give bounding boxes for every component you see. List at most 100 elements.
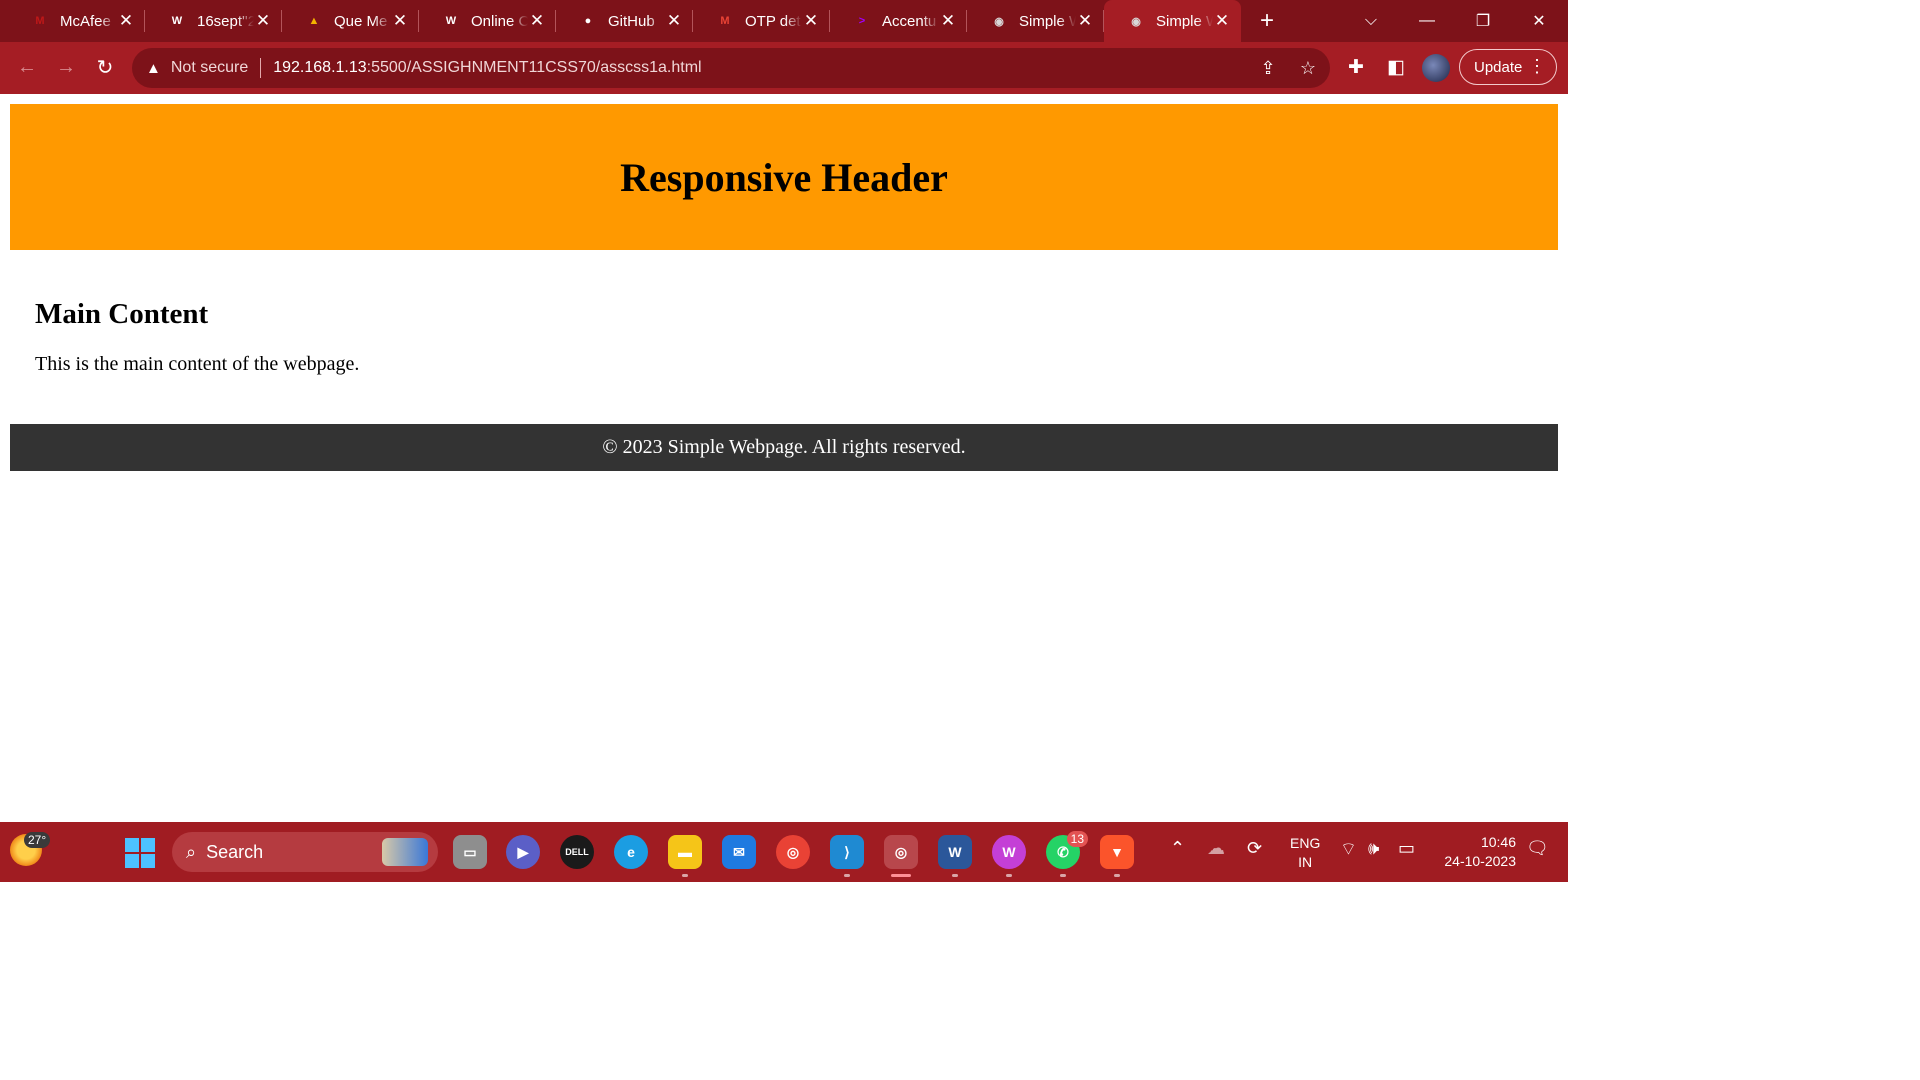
restore-button[interactable]: ❐ xyxy=(1455,0,1511,42)
github-icon: ● xyxy=(584,15,592,27)
close-tab-icon[interactable]: ✕ xyxy=(117,11,135,31)
mail-icon[interactable]: ✉ xyxy=(722,835,756,869)
taskbar-search[interactable]: ⌕ Search xyxy=(172,832,438,872)
close-tab-icon[interactable]: ✕ xyxy=(939,11,957,31)
browser-tab[interactable]: M McAfee ✕ xyxy=(8,0,145,42)
clock[interactable]: 10:46 24-10-2023 xyxy=(1430,833,1516,871)
google-drive-icon: ▲ xyxy=(308,15,320,27)
close-tab-icon[interactable]: ✕ xyxy=(1213,11,1231,31)
vscode-icon[interactable]: ⟩ xyxy=(830,835,864,877)
share-icon[interactable]: ⇪ xyxy=(1256,56,1280,80)
profile-avatar[interactable] xyxy=(1422,54,1450,82)
close-tab-icon[interactable]: ✕ xyxy=(254,11,272,31)
reload-button[interactable]: ↻ xyxy=(90,52,120,82)
tab-title: Simple W xyxy=(1019,12,1076,30)
warning-icon: ▲ xyxy=(146,59,161,77)
main-paragraph: This is the main content of the webpage. xyxy=(35,353,360,375)
onedrive-icon[interactable]: ☁ xyxy=(1207,838,1225,859)
gmail-icon: M xyxy=(720,15,730,27)
task-view-icon[interactable]: ▭ xyxy=(453,835,487,869)
update-button[interactable]: Update ⋮ xyxy=(1459,49,1557,85)
search-label: Search xyxy=(206,841,264,862)
weather-temp: 27° xyxy=(24,832,51,848)
footer-text: © 2023 Simple Webpage. All rights reserv… xyxy=(602,436,966,458)
globe-icon: ◉ xyxy=(994,15,1004,28)
forward-button[interactable]: → xyxy=(51,52,81,82)
tab-title: McAfee xyxy=(60,12,111,30)
browser-tab[interactable]: ◉ Simple W✕ xyxy=(1104,0,1241,42)
main-content: Main Content This is the main content of… xyxy=(35,298,359,376)
bookmark-star-icon[interactable]: ☆ xyxy=(1296,56,1320,80)
browser-tab[interactable]: M OTP det ✕ xyxy=(693,0,830,42)
extensions-icon[interactable]: ✚ xyxy=(1343,54,1369,80)
side-panel-icon[interactable]: ◧ xyxy=(1383,54,1409,80)
browser-tab-strip: M McAfee ✕ W 16sept''2 ✕ ▲ Que Me ✕ W Online C ✕ ● Gi… xyxy=(0,0,1568,42)
whatsapp-icon[interactable]: ✆ 13 xyxy=(1046,831,1088,877)
chrome-profile-icon[interactable]: ◎ xyxy=(884,835,918,877)
accenture-icon: > xyxy=(858,15,866,27)
browser-tab[interactable]: ● GitHub ✕ xyxy=(556,0,693,42)
close-tab-icon[interactable]: ✕ xyxy=(391,11,409,31)
whatsapp-badge: 13 xyxy=(1066,831,1088,847)
security-label: Not secure xyxy=(170,59,249,76)
tab-title: GitHub xyxy=(608,12,655,30)
site-footer: © 2023 Simple Webpage. All rights reserv… xyxy=(10,424,1558,471)
url-host: 192.168.1.13 xyxy=(273,59,367,76)
wordpress-icon: W xyxy=(445,15,457,27)
wifi-icon[interactable]: ⌔ xyxy=(1340,838,1357,861)
divider xyxy=(260,58,262,78)
address-bar[interactable]: ▲ Not secure 192.168.1.13 :5500/ASSIGHNM… xyxy=(132,48,1330,88)
wps-icon[interactable]: W xyxy=(992,835,1026,877)
search-highlight-image xyxy=(382,838,428,866)
browser-tab[interactable]: W Online C ✕ xyxy=(419,0,556,42)
search-icon: ⌕ xyxy=(186,841,197,862)
tab-title: Online C xyxy=(471,12,528,30)
teams-meet-icon[interactable]: ▶ xyxy=(506,835,540,869)
tab-title: 16sept''2 xyxy=(197,12,254,30)
tab-title: OTP det xyxy=(745,12,801,30)
new-tab-button[interactable]: + xyxy=(1249,0,1285,42)
brave-icon[interactable]: ▼ xyxy=(1100,835,1134,877)
tab-title: Que Me xyxy=(334,12,388,30)
browser-tab[interactable]: > Accentu ✕ xyxy=(830,0,967,42)
tab-title: Simple W xyxy=(1156,12,1213,30)
word-icon[interactable]: W xyxy=(938,835,972,877)
update-label: Update xyxy=(1474,58,1523,76)
close-tab-icon[interactable]: ✕ xyxy=(1076,11,1094,31)
browser-tab[interactable]: ▲ Que Me ✕ xyxy=(282,0,419,42)
sync-icon[interactable]: ⟳ xyxy=(1247,838,1262,859)
minimize-button[interactable]: — xyxy=(1399,0,1455,42)
file-explorer-icon[interactable]: ▬ xyxy=(668,835,702,877)
taskbar: 27° ⌕ Search ▭ ▶ DELL e ▬ ✉ ◎ ⟩ ◎ W W ✆ … xyxy=(0,822,1568,882)
close-window-button[interactable]: ✕ xyxy=(1511,0,1567,42)
site-header: Responsive Header xyxy=(10,104,1558,250)
close-tab-icon[interactable]: ✕ xyxy=(528,11,546,31)
battery-icon[interactable]: ▭ xyxy=(1398,838,1415,859)
url-path: :5500/ASSIGHNMENT11CSS70/asscss1a.html xyxy=(366,59,702,76)
chevron-up-icon[interactable]: ⌃ xyxy=(1170,838,1185,859)
browser-tab[interactable]: ◉ Simple W✕ xyxy=(967,0,1104,42)
mcafee-icon: M xyxy=(35,15,45,27)
volume-icon[interactable]: 🕪 xyxy=(1368,838,1379,859)
notification-icon[interactable]: 🗨 xyxy=(1526,838,1549,859)
header-title: Responsive Header xyxy=(620,154,948,200)
browser-tab[interactable]: W 16sept''2 ✕ xyxy=(145,0,282,42)
clock-time: 10:46 xyxy=(1480,834,1516,850)
tab-search-chevron-icon[interactable]: ⌵ xyxy=(1343,0,1399,42)
lang-line2: IN xyxy=(1298,854,1313,870)
clock-date: 24-10-2023 xyxy=(1444,853,1516,869)
edge-icon[interactable]: e xyxy=(614,835,648,869)
page-viewport: Responsive Header Main Content This is t… xyxy=(0,94,1568,822)
chrome-icon[interactable]: ◎ xyxy=(776,835,810,869)
browser-toolbar: ← → ↻ ▲ Not secure 192.168.1.13 :5500/AS… xyxy=(0,42,1568,94)
tab-title: Accentu xyxy=(882,12,937,30)
main-heading: Main Content xyxy=(35,298,209,330)
menu-dots-icon[interactable]: ⋮ xyxy=(1528,56,1546,77)
start-button[interactable] xyxy=(125,838,155,868)
language-indicator[interactable]: ENG IN xyxy=(1290,834,1320,872)
dell-icon[interactable]: DELL xyxy=(560,835,594,869)
lang-line1: ENG xyxy=(1290,835,1321,851)
close-tab-icon[interactable]: ✕ xyxy=(665,11,683,31)
back-button[interactable]: ← xyxy=(12,52,42,82)
close-tab-icon[interactable]: ✕ xyxy=(802,11,820,31)
